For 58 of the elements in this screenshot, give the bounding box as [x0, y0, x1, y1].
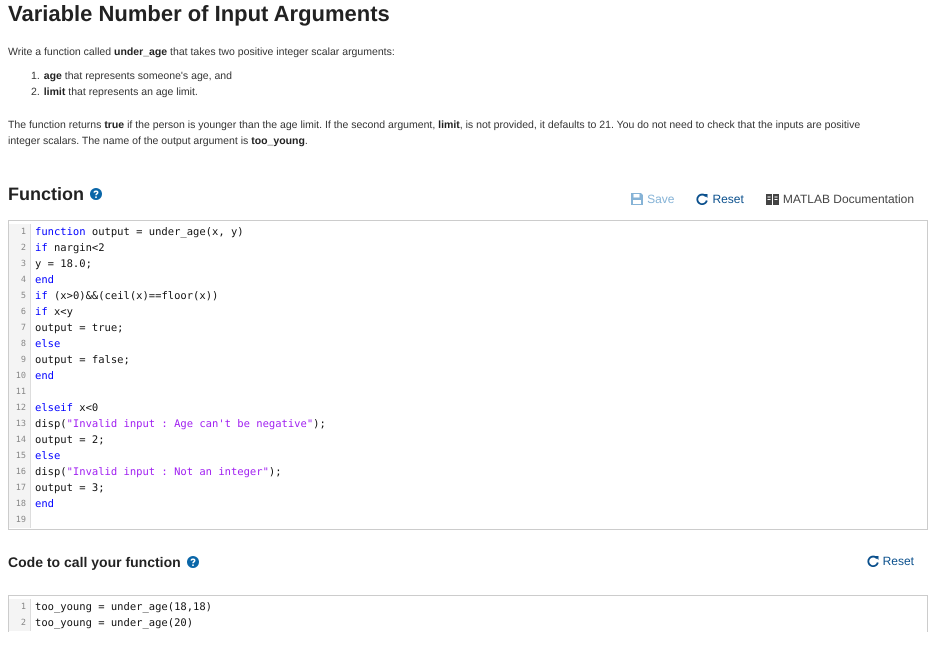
book-icon	[766, 194, 779, 204]
code-line: disp("Invalid input : Not an integer");	[35, 465, 282, 480]
reset-button[interactable]: Reset	[696, 192, 744, 206]
code-line: output = 2;	[35, 433, 105, 448]
line-number: 10	[9, 368, 31, 384]
code-line: if (x>0)&&(ceil(x)==floor(x))	[35, 289, 218, 304]
section-heading: Code to call your function	[8, 553, 181, 571]
docs-button[interactable]: MATLAB Documentation	[766, 192, 914, 206]
code-line: y = 18.0;	[35, 257, 92, 272]
line-number: 17	[9, 480, 31, 496]
line-number: 12	[9, 400, 31, 416]
line-number: 4	[9, 272, 31, 288]
section-heading: Function	[8, 183, 84, 206]
code-line: elseif x<0	[35, 401, 98, 416]
line-number: 7	[9, 320, 31, 336]
list-item-text: age that represents someone's age, and	[44, 69, 232, 84]
code-line: disp("Invalid input : Age can't be negative");	[35, 417, 326, 432]
code-line: output = false;	[35, 353, 130, 368]
list-number: 2.	[31, 85, 40, 100]
list-number: 1.	[31, 69, 40, 84]
line-number: 3	[9, 256, 31, 272]
line-number: 13	[9, 416, 31, 432]
help-icon[interactable]	[90, 188, 102, 200]
code-line: else	[35, 449, 60, 464]
code-line: else	[35, 337, 60, 352]
description-text: The function returns true if the person is younger than the age limit. If the second argument, limit, is not provided, it defaults to 21. You do not need to check that the inputs are positive integer scalars. The name of the output argument is too_young.	[8, 118, 862, 149]
reset-button[interactable]: Reset	[866, 554, 914, 568]
reset-icon	[866, 555, 879, 567]
help-icon[interactable]	[186, 556, 199, 568]
code-line: if nargin<2	[35, 241, 105, 256]
line-number: 2	[9, 240, 31, 256]
line-number: 5	[9, 288, 31, 304]
intro-text: Write a function called under_age that takes two positive integer scalar arguments:	[8, 45, 396, 60]
line-number: 6	[9, 304, 31, 320]
list-item-text: limit that represents an age limit.	[44, 85, 198, 100]
line-number: 11	[9, 384, 31, 400]
line-number: 8	[9, 336, 31, 352]
line-number: 1	[9, 224, 31, 240]
code-line: too_young = under_age(20)	[35, 616, 194, 631]
code-line: output = 3;	[35, 481, 105, 496]
page-title: Variable Number of Input Arguments	[8, 0, 391, 27]
code-line: end	[35, 497, 54, 512]
code-line: too_young = under_age(18,18)	[35, 600, 212, 615]
line-number: 15	[9, 448, 31, 464]
line-number: 2	[9, 615, 31, 631]
code-line: function output = under_age(x, y)	[35, 225, 244, 240]
line-number: 18	[9, 496, 31, 512]
line-number: 9	[9, 352, 31, 368]
line-number: 16	[9, 464, 31, 480]
reset-icon	[696, 193, 708, 205]
code-editor[interactable]: 1 too_young = under_age(18,18) 2 too_young = under_age(20)	[8, 595, 928, 632]
code-line: end	[35, 273, 54, 288]
code-line: if x<y	[35, 305, 73, 320]
line-number: 14	[9, 432, 31, 448]
code-line: output = true;	[35, 321, 124, 336]
line-number: 1	[9, 599, 31, 615]
line-number: 19	[9, 512, 31, 528]
code-line: end	[35, 369, 54, 384]
